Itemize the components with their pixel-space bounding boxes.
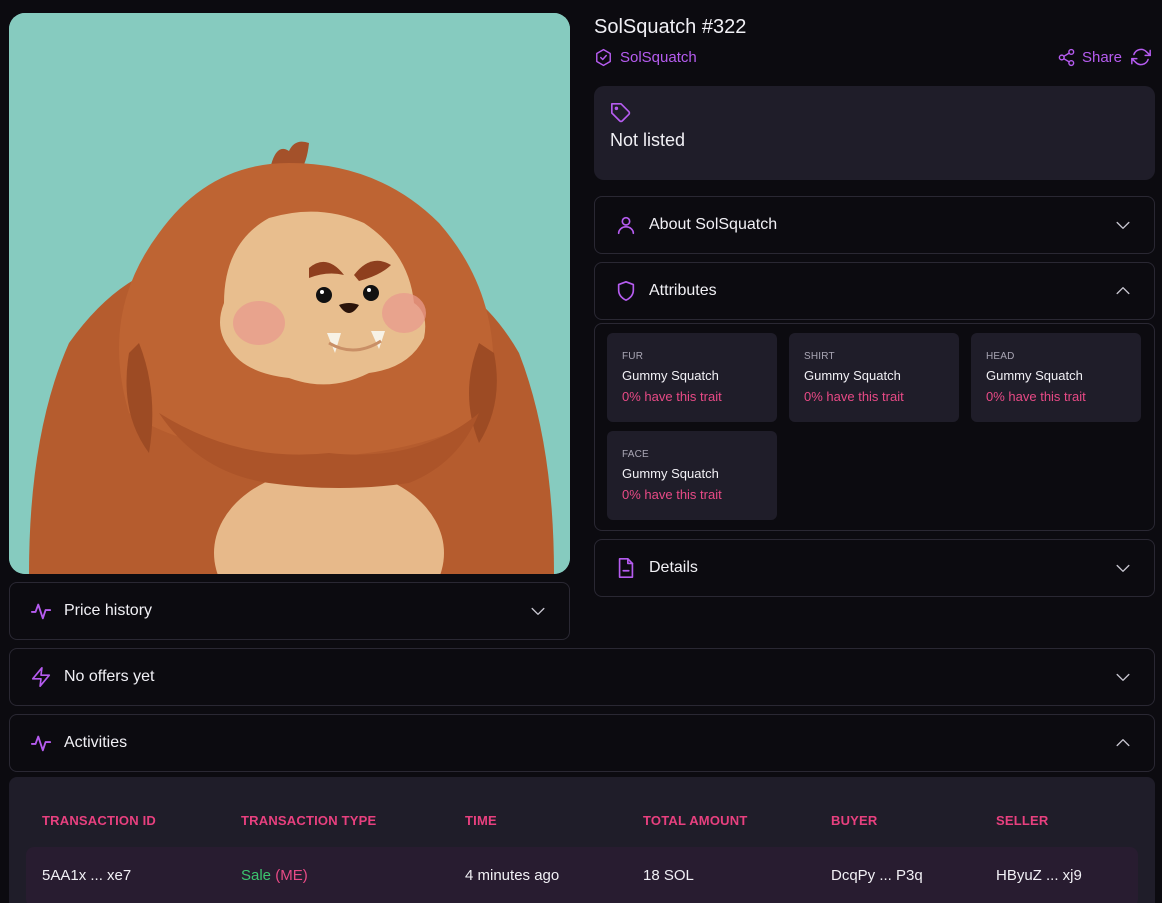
chevron-up-icon	[1112, 732, 1134, 754]
trait-value: Gummy Squatch	[622, 368, 719, 383]
document-icon	[615, 557, 637, 579]
activities-title: Activities	[64, 734, 128, 751]
activity-pulse-icon	[30, 600, 52, 622]
shield-icon	[615, 280, 637, 302]
chevron-down-icon	[1112, 557, 1134, 579]
tag-icon	[611, 103, 631, 123]
trait-card-shirt[interactable]: SHIRT Gummy Squatch 0% have this trait	[789, 333, 959, 422]
trait-value: Gummy Squatch	[804, 368, 901, 383]
squatch-illustration	[9, 13, 570, 574]
trait-rarity: 0% have this trait	[804, 389, 904, 404]
column-header-seller[interactable]: SELLER	[996, 813, 1048, 828]
share-label: Share	[1081, 48, 1122, 66]
activity-pulse-icon	[30, 732, 52, 754]
activities-accordion[interactable]: Activities	[9, 714, 1155, 772]
seller-address[interactable]: HByuZ ... xj9	[996, 867, 1082, 884]
refresh-icon	[1131, 48, 1151, 66]
column-header-transaction-id[interactable]: TRANSACTION ID	[42, 813, 156, 828]
lightning-icon	[30, 666, 52, 688]
trait-rarity: 0% have this trait	[986, 389, 1086, 404]
trait-type: SHIRT	[804, 351, 835, 362]
attributes-accordion[interactable]: Attributes	[594, 262, 1155, 320]
trait-rarity: 0% have this trait	[622, 487, 722, 502]
offers-accordion[interactable]: No offers yet	[9, 648, 1155, 706]
listing-card: Not listed	[594, 86, 1155, 180]
share-icon	[1058, 48, 1075, 66]
nft-title: SolSquatch #322	[594, 16, 747, 38]
price-history-title: Price history	[64, 602, 153, 619]
table-row[interactable]: 5AA1x ... xe7 Sale (ME) 4 minutes ago 18…	[26, 847, 1138, 903]
offers-title: No offers yet	[64, 668, 155, 685]
details-title: Details	[649, 559, 698, 576]
column-header-total-amount[interactable]: TOTAL AMOUNT	[643, 813, 747, 828]
trait-type: HEAD	[986, 351, 1015, 362]
trait-card-fur[interactable]: FUR Gummy Squatch 0% have this trait	[607, 333, 777, 422]
share-button[interactable]: Share	[1057, 48, 1122, 67]
chevron-up-icon	[1112, 280, 1134, 302]
listing-status: Not listed	[610, 130, 686, 150]
trait-card-head[interactable]: HEAD Gummy Squatch 0% have this trait	[971, 333, 1141, 422]
trait-value: Gummy Squatch	[986, 368, 1083, 383]
refresh-button[interactable]	[1130, 46, 1152, 68]
price-history-accordion[interactable]: Price history	[9, 582, 570, 640]
activities-table: TRANSACTION ID TRANSACTION TYPE TIME TOT…	[9, 777, 1155, 903]
trait-type: FACE	[622, 449, 649, 460]
chevron-down-icon	[1112, 666, 1134, 688]
collection-name: SolSquatch	[620, 49, 697, 66]
nft-image[interactable]	[9, 13, 570, 574]
transaction-id[interactable]: 5AA1x ... xe7	[42, 867, 131, 884]
trait-type: FUR	[622, 351, 644, 362]
chevron-down-icon	[1112, 214, 1134, 236]
marketplace-tag: (ME)	[275, 867, 308, 884]
trait-rarity: 0% have this trait	[622, 389, 722, 404]
attributes-panel: FUR Gummy Squatch 0% have this trait SHI…	[594, 323, 1155, 531]
header-actions: Share	[1057, 46, 1152, 68]
chevron-down-icon	[527, 600, 549, 622]
collection-link[interactable]: SolSquatch	[594, 48, 697, 67]
trait-card-face[interactable]: FACE Gummy Squatch 0% have this trait	[607, 431, 777, 520]
trait-value: Gummy Squatch	[622, 466, 719, 481]
buyer-address[interactable]: DcqPy ... P3q	[831, 867, 923, 884]
transaction-time: 4 minutes ago	[465, 867, 560, 884]
user-icon	[615, 214, 637, 236]
attributes-title: Attributes	[649, 282, 717, 299]
about-accordion[interactable]: About SolSquatch	[594, 196, 1155, 254]
sale-type: Sale	[241, 867, 272, 884]
transaction-amount: 18 SOL	[643, 867, 694, 884]
verified-shield-icon	[596, 48, 611, 67]
column-header-transaction-type[interactable]: TRANSACTION TYPE	[241, 813, 376, 828]
column-header-buyer[interactable]: BUYER	[831, 813, 878, 828]
details-accordion[interactable]: Details	[594, 539, 1155, 597]
column-header-time[interactable]: TIME	[465, 813, 497, 828]
about-title: About SolSquatch	[649, 216, 778, 233]
transaction-type: Sale (ME)	[241, 867, 308, 884]
